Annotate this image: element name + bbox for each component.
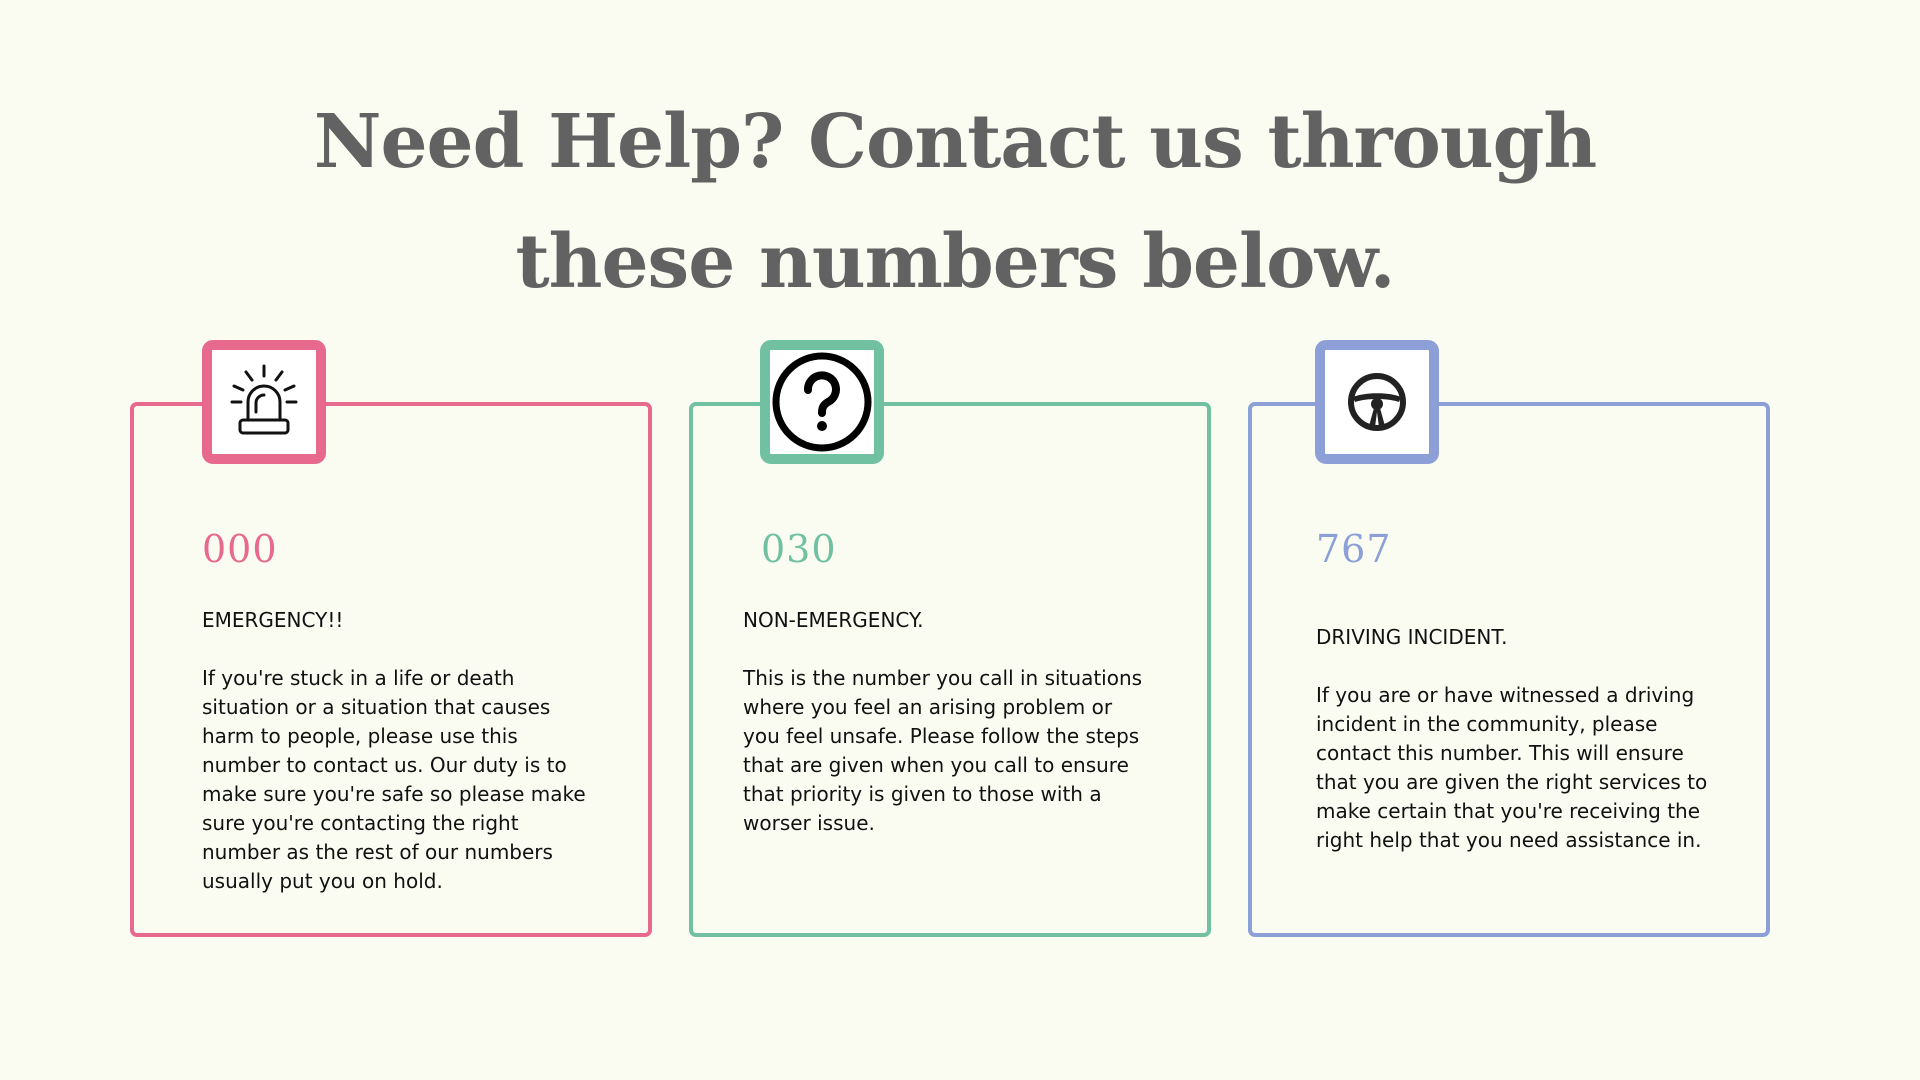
non-emergency-icon-badge <box>760 340 884 464</box>
emergency-icon-badge <box>202 340 326 464</box>
non-emergency-card: 030 NON-EMERGENCY. This is the number yo… <box>689 340 1211 937</box>
driving-incident-phone-number: 767 <box>1316 527 1392 571</box>
driving-incident-label: DRIVING INCIDENT. <box>1316 625 1508 649</box>
siren-icon <box>230 364 298 435</box>
page-title-line-2: these numbers below. <box>515 219 1395 305</box>
steering-wheel-icon <box>1348 373 1406 431</box>
emergency-description: If you're stuck in a life or death situa… <box>202 666 586 893</box>
emergency-label: EMERGENCY!! <box>202 608 344 632</box>
emergency-card: 000 EMERGENCY!! If you're stuck in a lif… <box>130 340 652 937</box>
page-title-line-1: Need Help? Contact us through <box>313 99 1597 185</box>
driving-incident-icon-badge <box>1315 340 1439 464</box>
non-emergency-phone-number: 030 <box>761 527 837 571</box>
page-title: Need Help? Contact us through these numb… <box>0 82 1910 322</box>
emergency-phone-number: 000 <box>202 527 278 571</box>
non-emergency-label: NON-EMERGENCY. <box>743 608 924 632</box>
non-emergency-description: This is the number you call in situation… <box>743 666 1143 835</box>
driving-incident-description: If you are or have witnessed a driving i… <box>1316 683 1708 852</box>
question-mark-icon <box>772 352 872 452</box>
driving-incident-card: 767 DRIVING INCIDENT. If you are or have… <box>1248 340 1770 937</box>
